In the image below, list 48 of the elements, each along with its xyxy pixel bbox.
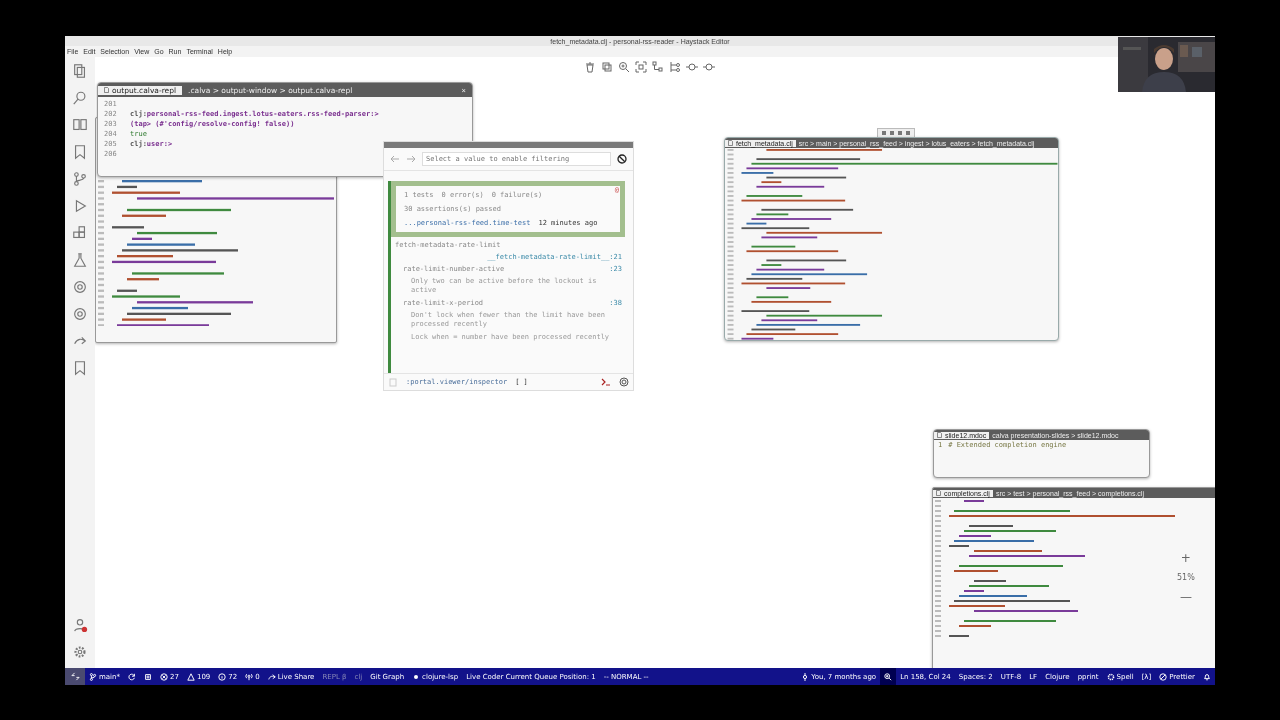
remote-button[interactable] bbox=[65, 668, 85, 685]
zoom-out-button[interactable]: — bbox=[1179, 590, 1192, 604]
hierarchy-icon[interactable] bbox=[669, 61, 681, 73]
tree-icon[interactable] bbox=[652, 61, 664, 73]
branch-icon bbox=[89, 672, 97, 681]
portal-icon[interactable] bbox=[619, 377, 629, 387]
zoom-button[interactable] bbox=[880, 668, 897, 685]
status-dot-icon bbox=[412, 672, 421, 681]
commit-icon bbox=[801, 672, 810, 681]
search-icon[interactable] bbox=[72, 90, 88, 106]
zoom-icon bbox=[884, 672, 893, 681]
file-icon bbox=[937, 432, 942, 438]
zoom-in-icon[interactable] bbox=[618, 61, 630, 73]
target-icon[interactable] bbox=[703, 61, 715, 73]
zoom-in-button[interactable]: + bbox=[1180, 551, 1191, 565]
source-control-icon[interactable] bbox=[72, 171, 88, 187]
ring-icon[interactable] bbox=[72, 279, 88, 295]
sync-icon bbox=[128, 672, 136, 681]
notification-icon bbox=[1203, 672, 1211, 681]
error-icon bbox=[160, 672, 168, 681]
warning-icon bbox=[186, 672, 195, 681]
block-icon bbox=[1159, 672, 1168, 681]
file-icon bbox=[728, 140, 733, 146]
file-icon bbox=[104, 87, 109, 93]
flask-icon[interactable] bbox=[72, 252, 88, 268]
copy-icon[interactable] bbox=[601, 61, 613, 73]
zoom-level: 51% bbox=[1177, 573, 1195, 582]
delete-icon[interactable] bbox=[584, 61, 596, 73]
forward-arrow-icon[interactable] bbox=[406, 154, 416, 164]
file-icon bbox=[936, 490, 941, 496]
settings-icon[interactable] bbox=[72, 644, 88, 660]
bookmark-icon[interactable] bbox=[72, 144, 88, 160]
bookmark-icon[interactable] bbox=[72, 360, 88, 376]
files-icon[interactable] bbox=[72, 63, 88, 79]
clear-icon[interactable] bbox=[617, 154, 627, 164]
fit-icon[interactable] bbox=[635, 61, 647, 73]
gear-icon bbox=[1106, 672, 1115, 681]
ring-icon[interactable] bbox=[72, 306, 88, 322]
target-icon[interactable] bbox=[686, 61, 698, 73]
terminal-icon[interactable] bbox=[601, 377, 611, 387]
antenna-icon bbox=[245, 672, 254, 681]
extensions-icon[interactable] bbox=[72, 225, 88, 241]
back-arrow-icon[interactable] bbox=[390, 154, 400, 164]
info-icon bbox=[218, 672, 227, 681]
live-share-icon bbox=[267, 672, 276, 681]
remote-icon bbox=[70, 672, 80, 681]
account-icon[interactable] bbox=[72, 617, 88, 633]
book-icon[interactable] bbox=[72, 117, 88, 133]
